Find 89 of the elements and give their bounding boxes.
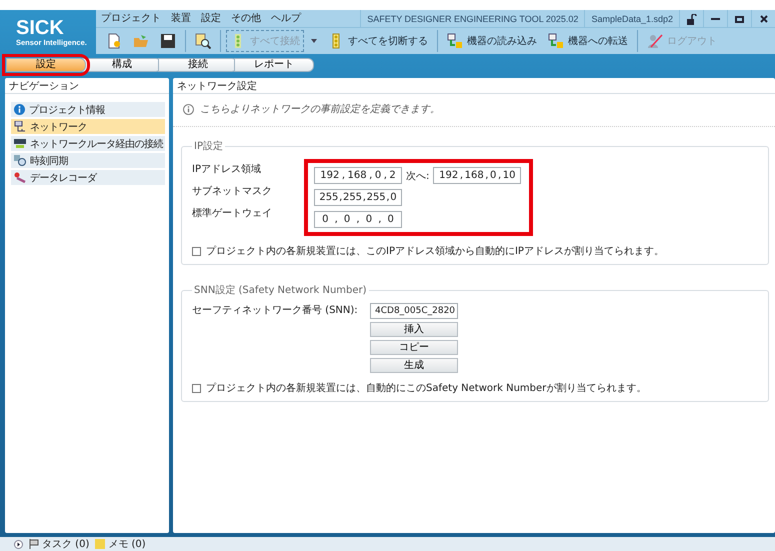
expand-icon[interactable] [14,540,23,548]
octet: 168 [464,170,484,181]
octet: 0 [490,170,496,181]
new-document-icon [106,33,122,49]
octet: 255 [319,192,338,203]
network-icon [14,121,26,132]
notes-button[interactable]: メモ (0) [95,537,146,551]
clock-icon [14,155,26,166]
field-label: サブネットマスク [192,185,273,199]
octet-separator: , [378,214,382,225]
octet-separator: , [386,192,390,203]
device-transfer-icon [548,33,564,49]
minimize-icon [711,18,720,20]
tasks-button[interactable]: タスク (0) [29,537,90,551]
checkbox[interactable] [192,384,201,392]
octet: 0 [388,214,394,225]
info-text: こちらよりネットワークの事前設定を定義できます。 [200,102,440,116]
octet: 255 [366,192,386,203]
octet-separator: , [362,192,366,203]
octet-separator: , [342,170,346,181]
group-title: IP設定 [193,140,224,153]
menu-item[interactable]: ヘルプ [266,10,306,27]
octet-separator: , [356,214,360,225]
panel-title: ナビゲーション [9,80,79,92]
nav-item[interactable]: データレコーダ [11,170,165,185]
close-icon [760,15,768,23]
panel-title: ネットワーク設定 [177,80,257,92]
ip-address-field[interactable]: 0 , 0 , 0 , 0 [314,211,402,228]
nav-item[interactable]: ネットワークルータ経由の接続 [11,136,165,151]
nav-item[interactable]: 時刻同期 [11,153,165,168]
snn-button[interactable]: コピー [370,340,458,355]
group-title: SNN設定 (Safety Network Number) [193,284,368,297]
field-label: 標準ゲートウェイ [192,207,273,221]
octet-separator: , [485,170,488,181]
octet: 0 [390,192,397,203]
nav-item[interactable]: プロジェクト情報 [11,102,165,117]
recorder-icon [14,172,26,183]
app-title: SAFETY DESIGNER ENGINEERING TOOL 2025.02 [360,10,584,27]
ip-address-field[interactable]: 192 , 168 , 0 , 2 [314,167,402,184]
octet-separator: , [384,170,387,181]
ip-address-field[interactable]: 255,255,255,0 [314,189,402,206]
octet: 168 [348,170,367,181]
toolbar-button[interactable]: 機器への転送 [544,30,632,52]
menu-item[interactable]: その他 [226,10,266,27]
device-transfer-icon [447,33,463,49]
user-crossed-icon [647,33,663,49]
padlock-icon [686,14,696,24]
checkbox[interactable] [192,246,201,256]
note-icon [95,539,106,549]
maximize-icon [735,16,744,22]
octet: 192 [320,170,340,181]
octet: 0 [374,170,382,181]
folder-icon [133,33,149,49]
search-icon [195,33,211,49]
octet-separator: , [460,170,464,181]
octet: 10 [502,170,516,181]
snn-button[interactable]: 生成 [370,358,458,373]
router-icon [14,138,26,149]
octet-separator: , [339,192,342,203]
menu-item[interactable]: プロジェクト [96,10,166,27]
info-icon [14,104,25,115]
nav-item[interactable]: ネットワーク [11,119,165,134]
checkbox-label: プロジェクト内の各新規装置には、自動的にこのSafety Network Numberが割り当てられます。 [206,382,646,395]
step-tab[interactable]: レポート [234,58,314,72]
octet-separator: , [334,214,338,225]
snn-button[interactable]: 挿入 [370,322,458,337]
ip-address-field[interactable]: 192,168,0,10 [433,167,522,184]
save-icon [160,33,176,49]
menu-item[interactable]: 装置 [166,10,196,27]
file-name: SampleData_1.sdp2 [584,10,679,27]
octet: 0 [322,214,328,225]
octet: 0 [344,214,350,225]
snn-field[interactable]: 4CD8_005C_2820 [370,303,458,319]
field-label: IPアドレス領域 [192,163,262,177]
toolbar-button[interactable]: すべてを切断する [324,30,432,52]
octet-separator: , [369,170,372,181]
flag-icon [29,539,39,549]
octet: 2 [389,170,396,181]
caret-icon [311,39,317,43]
checkbox-label: プロジェクト内の各新規装置には、このIPアドレス領域から自動的にIPアドレスが割り当てられます。 [206,244,664,258]
info-icon [183,104,194,114]
octet: 192 [439,170,458,181]
octet-separator: , [498,170,502,181]
octet: 0 [366,214,372,225]
octet: 255 [342,192,362,203]
toolbar-button[interactable]: 機器の読み込み [443,30,541,52]
field-label: セーフティネットワーク番号 (SNN): [192,304,359,318]
range-label: 次へ: [406,170,430,182]
menu-item[interactable]: 設定 [196,10,226,27]
